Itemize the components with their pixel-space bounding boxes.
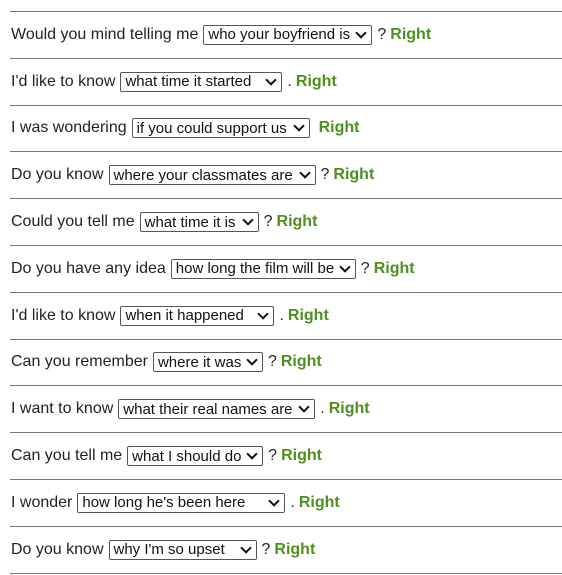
result-label: Right (287, 306, 329, 324)
question-row: I want to know what their real names are.… (10, 386, 562, 434)
answer-selected-value: when it happened (125, 307, 244, 325)
chevron-down-icon (241, 214, 254, 226)
question-row: I'd like to know when it happened. Right (10, 293, 562, 340)
chevron-down-icon (292, 120, 305, 133)
result-label: Right (318, 119, 360, 137)
chevron-down-icon (298, 167, 311, 179)
chevron-down-icon (339, 261, 351, 273)
result-label: Right (333, 166, 375, 184)
sentence-punctuation: ? (360, 259, 370, 277)
answer-selected-value: why I'm so upset (113, 541, 225, 559)
question-row: Do you know why I'm so upset? Right (10, 527, 562, 574)
question-row: I wonder how long he's been here. Right (10, 480, 562, 527)
answer-select[interactable]: who your boyfriend is (203, 24, 373, 45)
chevron-down-icon (246, 448, 258, 460)
sentence-punctuation: ? (268, 447, 278, 465)
sentence-punctuation: ? (377, 25, 387, 43)
chevron-down-icon (298, 401, 310, 413)
question-prompt: Can you remember (11, 353, 148, 371)
chevron-down-icon (257, 308, 270, 320)
answer-select[interactable]: where your classmates are (108, 165, 316, 186)
chevron-down-icon (355, 27, 368, 39)
result-label: Right (298, 493, 340, 511)
answer-select[interactable]: what time it is (139, 212, 259, 233)
sentence-punctuation: . (320, 400, 325, 418)
answer-select[interactable]: why I'm so upset (108, 539, 257, 560)
question-prompt: I want to know (11, 400, 114, 418)
answer-select[interactable]: where it was (152, 352, 263, 373)
question-row: Can you tell me what I should do? Right (10, 433, 562, 480)
sentence-punctuation: . (287, 72, 292, 90)
result-label: Right (295, 72, 337, 90)
question-row: Could you tell me what time it is? Right (10, 199, 562, 246)
question-prompt: Would you mind telling me (11, 25, 199, 43)
question-row: Do you have any idea how long the film wi… (10, 246, 562, 293)
answer-selected-value: where it was (157, 353, 242, 371)
result-label: Right (281, 447, 322, 465)
question-prompt: Do you know (11, 166, 104, 184)
chevron-down-icon (265, 74, 278, 86)
result-label: Right (274, 540, 316, 558)
question-prompt: I was wondering (11, 119, 127, 137)
answer-selected-value: what time it is (144, 213, 236, 231)
question-row: I'd like to know what time it started. Rig… (10, 59, 562, 106)
answer-select[interactable]: what time it started (120, 71, 283, 92)
sentence-punctuation: ? (320, 166, 330, 184)
chevron-down-icon (239, 541, 252, 554)
answer-selected-value: what their real names are (123, 400, 293, 418)
question-row: Do you know where your classmates are? Rig… (10, 152, 562, 200)
answer-selected-value: who your boyfriend is (208, 26, 351, 44)
question-prompt: Can you tell me (11, 447, 123, 465)
question-row: I was wondering if you could support us Ri… (10, 106, 562, 153)
question-prompt: I wonder (11, 493, 73, 511)
question-row: Can you remember where it was? Right (10, 340, 562, 387)
answer-selected-value: how long he's been here (82, 494, 246, 512)
sentence-punctuation: ? (267, 353, 277, 371)
answer-selected-value: what time it started (125, 73, 252, 91)
result-label: Right (328, 400, 370, 418)
answer-selected-value: how long the film will be (175, 260, 335, 278)
answer-selected-value: where your classmates are (113, 166, 293, 184)
answer-selected-value: what I should do (132, 447, 242, 465)
sentence-punctuation: ? (263, 213, 273, 231)
answer-select[interactable]: how long he's been here (77, 492, 286, 513)
question-prompt: Do you have any idea (11, 259, 166, 277)
answer-select[interactable]: what I should do (127, 446, 264, 467)
question-prompt: I'd like to know (11, 306, 116, 324)
sentence-punctuation: ? (261, 540, 271, 558)
result-label: Right (280, 353, 322, 371)
result-label: Right (373, 259, 415, 277)
answer-select[interactable]: how long the film will be (170, 258, 356, 279)
answer-select[interactable]: when it happened (120, 305, 275, 326)
answer-select[interactable]: if you could support us (131, 118, 310, 139)
question-list: Would you mind telling me who your boyfri… (10, 11, 562, 574)
question-prompt: Do you know (11, 540, 104, 558)
result-label: Right (276, 213, 318, 231)
answer-select[interactable]: what their real names are (118, 399, 316, 420)
chevron-down-icon (268, 495, 281, 507)
answer-selected-value: if you could support us (136, 119, 287, 137)
result-label: Right (390, 25, 432, 43)
question-prompt: I'd like to know (11, 72, 116, 90)
chevron-down-icon (246, 354, 258, 367)
sentence-punctuation: . (290, 493, 295, 511)
question-row: Would you mind telling me who your boyfri… (10, 12, 562, 59)
sentence-punctuation: . (279, 306, 284, 324)
question-prompt: Could you tell me (11, 213, 135, 231)
